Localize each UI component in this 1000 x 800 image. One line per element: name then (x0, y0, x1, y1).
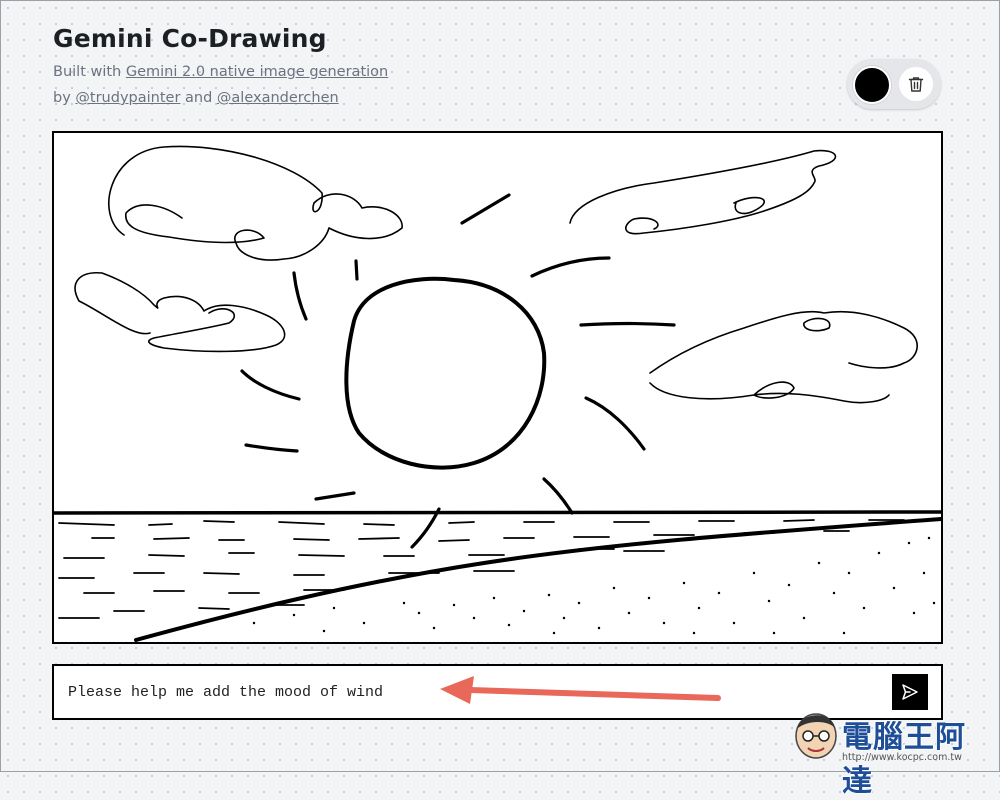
built-with-prefix: Built with (53, 64, 126, 80)
watermark-url: http://www.kocpc.com.tw (842, 752, 962, 763)
shoreline (134, 517, 941, 642)
cloud-mid-left (74, 272, 286, 353)
prompt-input[interactable] (68, 666, 878, 718)
drawing-canvas[interactable] (52, 131, 943, 644)
send-icon (902, 684, 918, 700)
built-with-line: Built with Gemini 2.0 native image gener… (53, 64, 388, 80)
clear-canvas-button[interactable] (899, 67, 933, 101)
horizon-line (54, 510, 941, 515)
cloud-top-left (108, 145, 403, 261)
author-link-alexanderchen[interactable]: @alexanderchen (217, 90, 339, 106)
submit-button[interactable] (892, 674, 928, 710)
cloud-right (649, 310, 918, 404)
page-title: Gemini Co-Drawing (53, 24, 327, 53)
by-prefix: by (53, 90, 76, 106)
prompt-bar (52, 664, 943, 720)
sketch-drawing (54, 145, 941, 642)
author-link-trudypainter[interactable]: @trudypainter (75, 90, 180, 106)
drawing-toolbar (847, 59, 941, 109)
sun (344, 276, 547, 470)
and-text: and (180, 90, 217, 106)
cloud-top-right (569, 149, 837, 235)
watermark-brand: 電腦王阿達 (842, 720, 966, 799)
authors-line: by @trudypainter and @alexanderchen (53, 90, 339, 106)
color-picker-button[interactable] (853, 66, 891, 104)
trash-icon (908, 76, 924, 92)
gemini-link[interactable]: Gemini 2.0 native image generation (126, 64, 388, 80)
